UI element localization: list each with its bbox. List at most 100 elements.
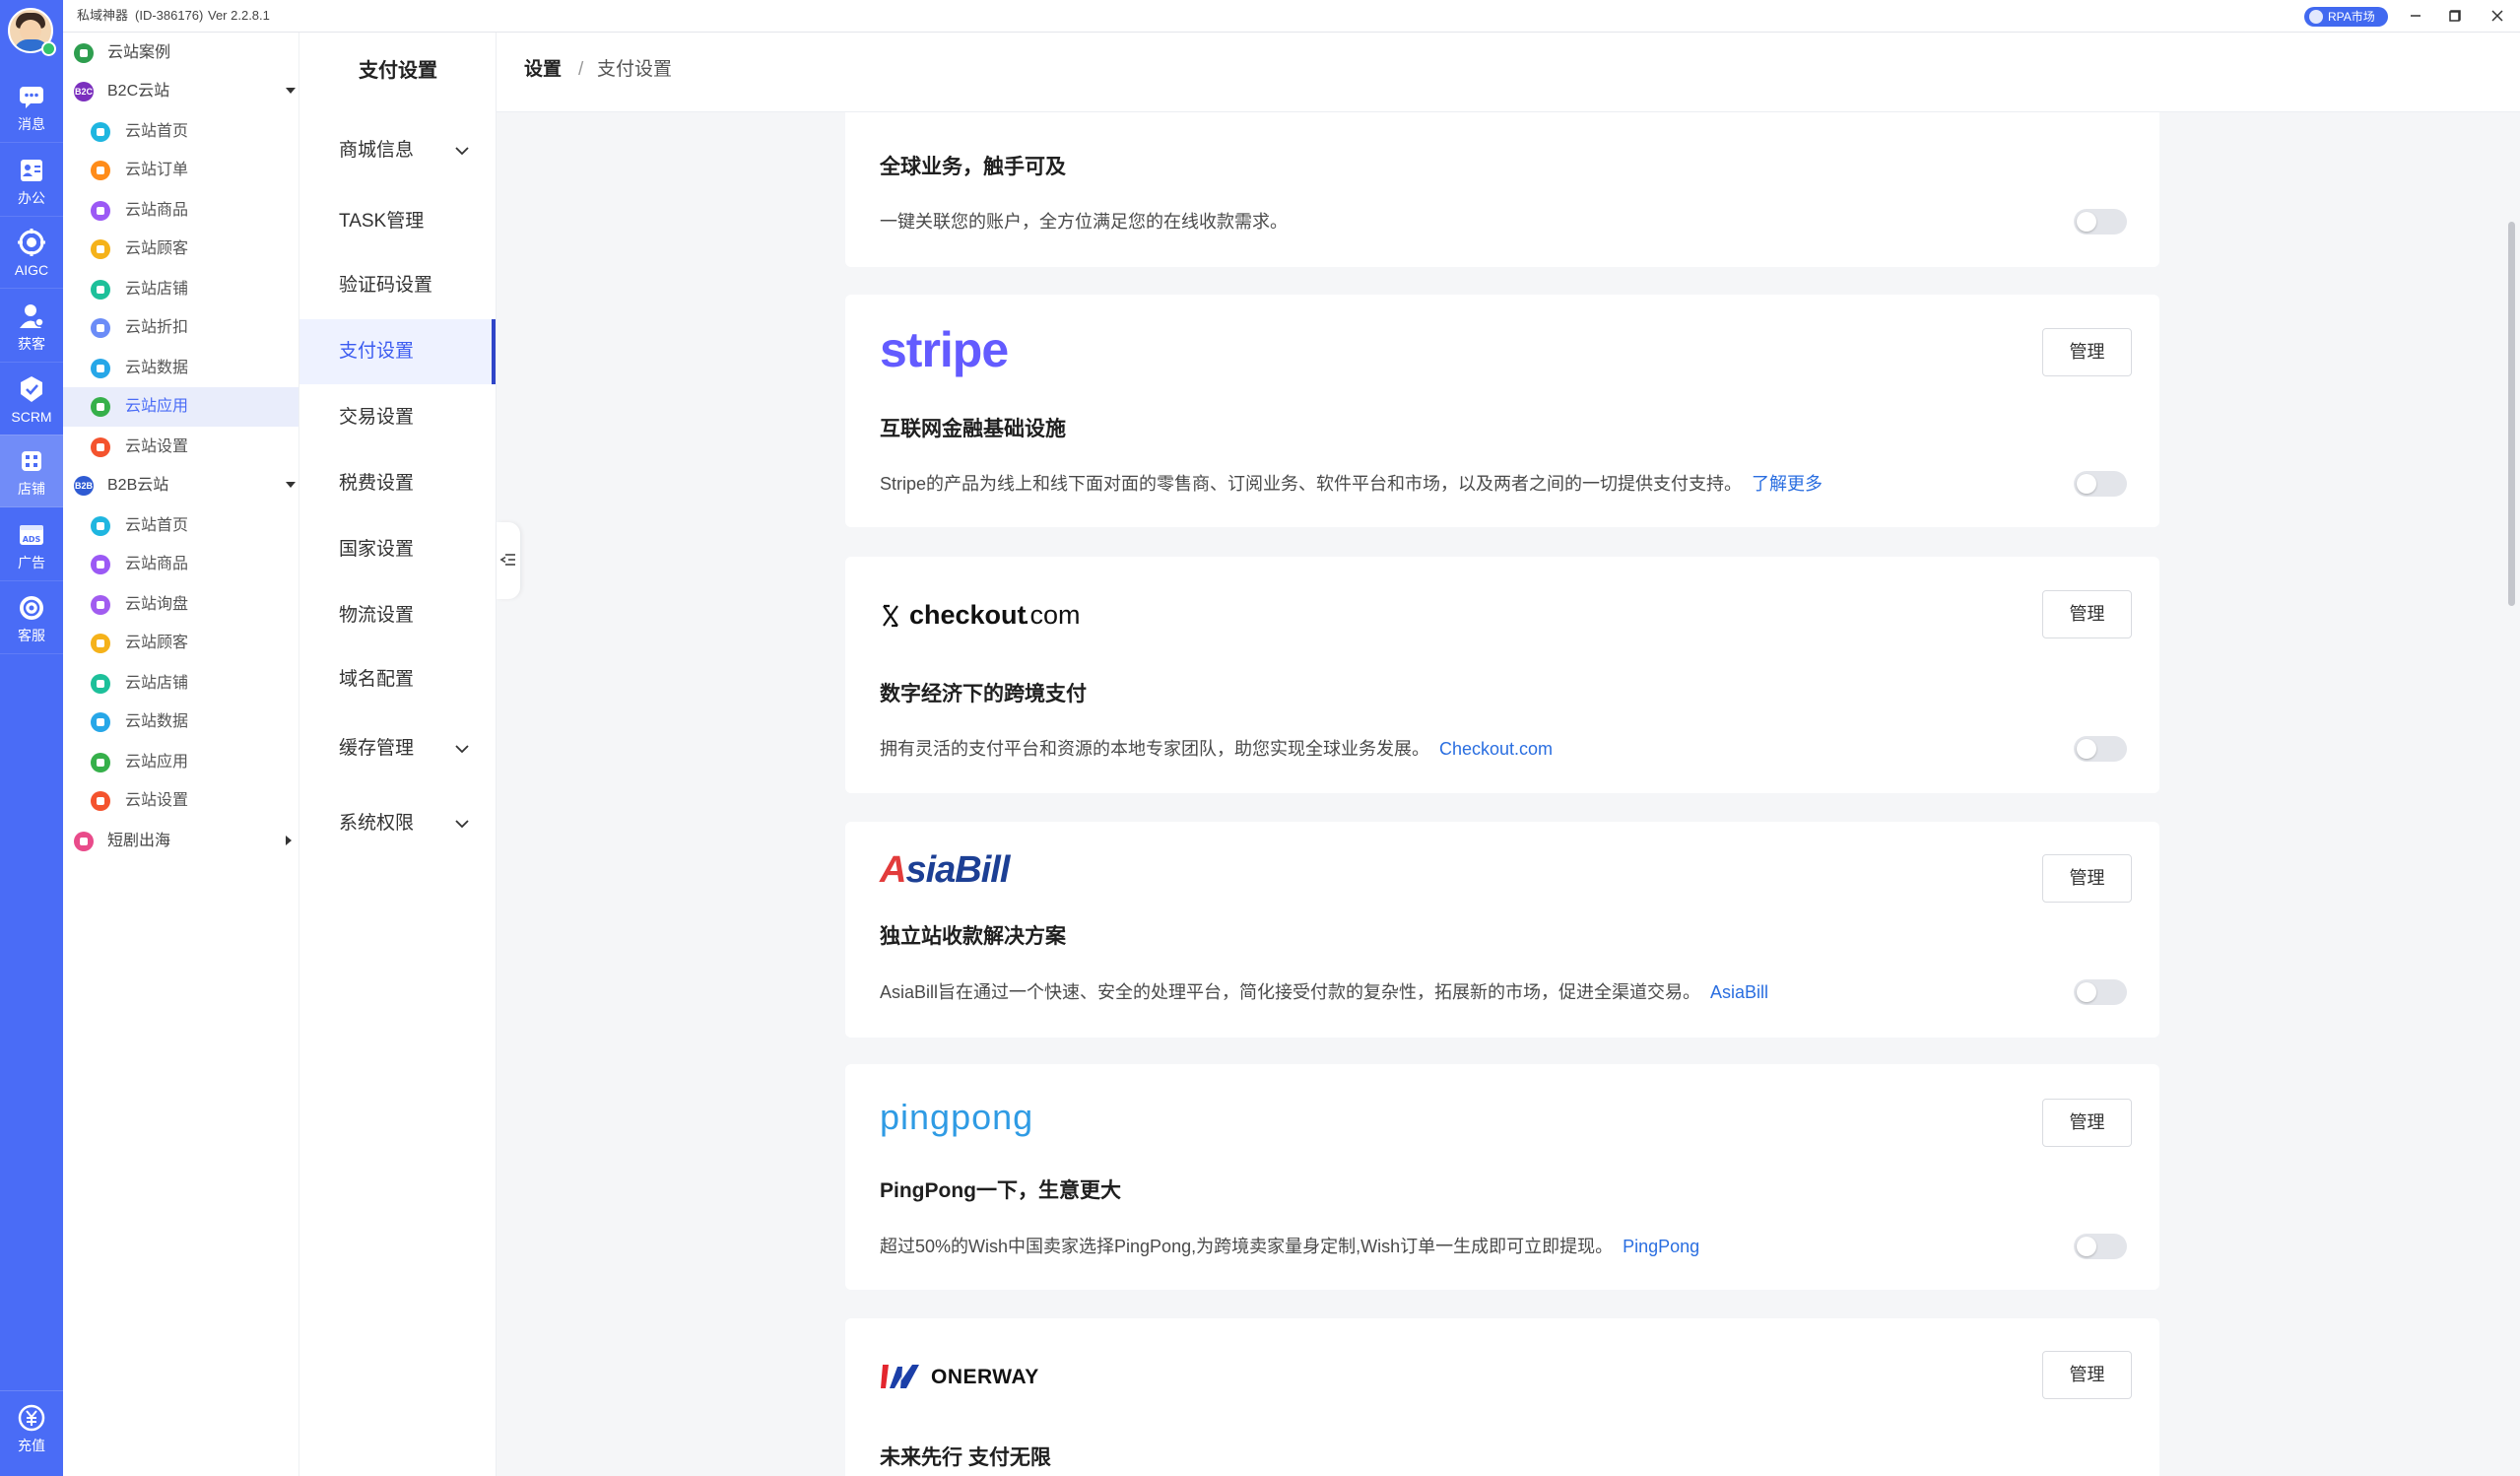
office-icon: [21, 160, 42, 181]
maximize-icon[interactable]: [2442, 4, 2468, 28]
tree-item-inquiries[interactable]: 云站询盘: [63, 585, 298, 625]
asiabill-link[interactable]: AsiaBill: [1710, 982, 1768, 1002]
checkout-mark-icon: [883, 604, 898, 628]
rail-item-customer-service[interactable]: 客服: [0, 581, 63, 654]
rail-item-store[interactable]: 店铺: [0, 435, 63, 507]
chevron-down-icon[interactable]: [453, 740, 471, 758]
caret-right-icon[interactable]: [286, 836, 292, 845]
breadcrumb-root[interactable]: 设置: [524, 58, 562, 82]
rail-item-messages[interactable]: 消息: [0, 70, 63, 143]
tree-item-home[interactable]: 云站首页: [63, 112, 298, 152]
tree-item-discounts[interactable]: 云站折扣: [63, 308, 298, 348]
recharge-icon: [18, 1404, 45, 1432]
manage-button[interactable]: 管理: [2042, 590, 2132, 638]
nav-item-captcha[interactable]: 验证码设置: [299, 253, 496, 318]
nav-item-logistics[interactable]: 物流设置: [299, 583, 496, 648]
onerway-logo-text: ONERWAY: [931, 1366, 1039, 1388]
tree-item-apps[interactable]: 云站应用: [63, 387, 298, 427]
checkout-link[interactable]: Checkout.com: [1439, 739, 1553, 759]
site-tree-sidebar: 云站案例 B2C B2C云站 云站首页 云站订单 云站商品 云站顾客 云站店铺 …: [63, 33, 299, 1476]
nav-item-store-info[interactable]: 商城信息: [299, 118, 496, 183]
enable-toggle[interactable]: [2074, 471, 2127, 497]
tree-group-b2b[interactable]: B2B B2B云站: [63, 466, 298, 505]
enable-toggle[interactable]: [2074, 1234, 2127, 1259]
chevron-down-icon[interactable]: [453, 142, 471, 160]
tree-group-short-drama[interactable]: 短剧出海: [63, 822, 298, 861]
card-description-text: Stripe的产品为线上和线下面对面的零售商、订阅业务、软件平台和市场，以及两者…: [880, 474, 1743, 494]
app-version: Ver 2.2.8.1: [208, 8, 270, 23]
content-scrollbar[interactable]: [2508, 222, 2515, 606]
tree-item-products[interactable]: 云站商品: [63, 545, 298, 584]
nav-item-label: TASK管理: [339, 211, 425, 232]
tree-item-products[interactable]: 云站商品: [63, 191, 298, 231]
nav-item-permissions[interactable]: 系统权限: [299, 791, 496, 856]
learn-more-link[interactable]: 了解更多: [1752, 474, 1823, 494]
manage-button[interactable]: 管理: [2042, 1099, 2132, 1147]
nav-item-label: 物流设置: [339, 605, 415, 626]
scrm-icon: [21, 376, 42, 402]
onerway-mark-icon: [881, 1365, 919, 1388]
rail-item-office[interactable]: 办公: [0, 144, 63, 217]
manage-button[interactable]: 管理: [2042, 1351, 2132, 1399]
pingpong-link[interactable]: PingPong: [1623, 1237, 1699, 1256]
tree-item-data[interactable]: 云站数据: [63, 349, 298, 388]
rail-item-ads[interactable]: ADS 广告: [0, 508, 63, 581]
close-icon[interactable]: [2485, 4, 2510, 28]
home-icon: [91, 122, 110, 142]
rpa-market-label: RPA市场: [2328, 10, 2375, 24]
rail-item-recharge[interactable]: 充值: [0, 1390, 63, 1464]
nav-item-domain[interactable]: 域名配置: [299, 647, 496, 712]
rail-item-acquisition[interactable]: 获客: [0, 290, 63, 363]
shop-icon: [91, 674, 110, 694]
home-icon: [91, 516, 110, 536]
rail-item-aigc[interactable]: AIGC: [0, 216, 63, 289]
nav-item-label: 缓存管理: [339, 738, 415, 759]
tree-item-customers[interactable]: 云站顾客: [63, 230, 298, 269]
nav-item-cache[interactable]: 缓存管理: [299, 716, 496, 781]
rail-item-scrm[interactable]: SCRM: [0, 363, 63, 436]
b2c-icon: B2C: [74, 82, 94, 101]
rpa-market-button[interactable]: RPA市场: [2304, 7, 2388, 27]
tree-item-label: 云站数据: [125, 360, 189, 376]
tree-item-label: 云站数据: [125, 713, 189, 730]
tree-item-settings[interactable]: 云站设置: [63, 428, 298, 467]
tree-item-cases[interactable]: 云站案例: [63, 34, 298, 73]
caret-down-icon[interactable]: [286, 482, 296, 488]
data-icon: [91, 359, 110, 378]
minimize-icon[interactable]: [2403, 4, 2428, 28]
breadcrumb-separator: /: [578, 59, 584, 80]
nav-item-task[interactable]: TASK管理: [299, 189, 496, 254]
products-icon: [91, 555, 110, 574]
nav-item-country[interactable]: 国家设置: [299, 517, 496, 582]
tree-item-settings[interactable]: 云站设置: [63, 781, 298, 821]
tree-item-data[interactable]: 云站数据: [63, 703, 298, 742]
nav-item-payment[interactable]: 支付设置: [299, 319, 496, 384]
shop-icon: [91, 280, 110, 300]
nav-item-trade[interactable]: 交易设置: [299, 385, 496, 450]
tree-item-orders[interactable]: 云站订单: [63, 151, 298, 190]
icon-rail: 消息 办公 AIGC 获客 SCRM 店铺 ADS 广告 客服 充值: [0, 0, 63, 1476]
asiabill-logo: AsiaBill: [880, 848, 1010, 892]
tree-item-shops[interactable]: 云站店铺: [63, 664, 298, 704]
manage-button[interactable]: 管理: [2042, 854, 2132, 903]
caret-down-icon[interactable]: [286, 88, 296, 94]
tree-item-apps[interactable]: 云站应用: [63, 743, 298, 782]
chevron-down-icon[interactable]: [453, 815, 471, 833]
rail-label: 消息: [18, 116, 45, 132]
orders-icon: [91, 161, 110, 180]
tree-item-customers[interactable]: 云站顾客: [63, 624, 298, 663]
tree-item-shops[interactable]: 云站店铺: [63, 270, 298, 309]
card-description-text: 超过50%的Wish中国卖家选择PingPong,为跨境卖家量身定制,Wish订…: [880, 1237, 1614, 1256]
enable-toggle[interactable]: [2074, 736, 2127, 762]
rail-label: 办公: [18, 190, 45, 206]
tree-item-label: 云站顾客: [125, 240, 189, 257]
asiabill-logo-first: A: [880, 849, 906, 891]
enable-toggle[interactable]: [2074, 209, 2127, 235]
tree-group-b2c[interactable]: B2C B2C云站: [63, 72, 298, 111]
card-description: AsiaBill旨在通过一个快速、安全的处理平台，简化接受付款的复杂性，拓展新的…: [880, 979, 1768, 1005]
tree-item-home[interactable]: 云站首页: [63, 506, 298, 546]
manage-button[interactable]: 管理: [2042, 328, 2132, 376]
card-description-text: 一键关联您的账户，全方位满足您的在线收款需求。: [880, 212, 1288, 232]
enable-toggle[interactable]: [2074, 979, 2127, 1005]
nav-item-tax[interactable]: 税费设置: [299, 451, 496, 516]
